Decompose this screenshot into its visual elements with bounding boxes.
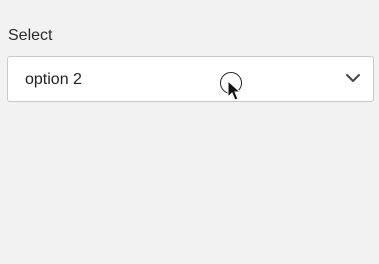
selected-option: option 2 — [25, 71, 82, 88]
select-label: Select — [8, 27, 53, 44]
mouse-pointer-icon — [227, 80, 241, 101]
select-dropdown[interactable]: option 2 — [7, 56, 374, 102]
page-root: Select option 2 — [0, 0, 379, 264]
chevron-down-icon — [346, 74, 360, 82]
